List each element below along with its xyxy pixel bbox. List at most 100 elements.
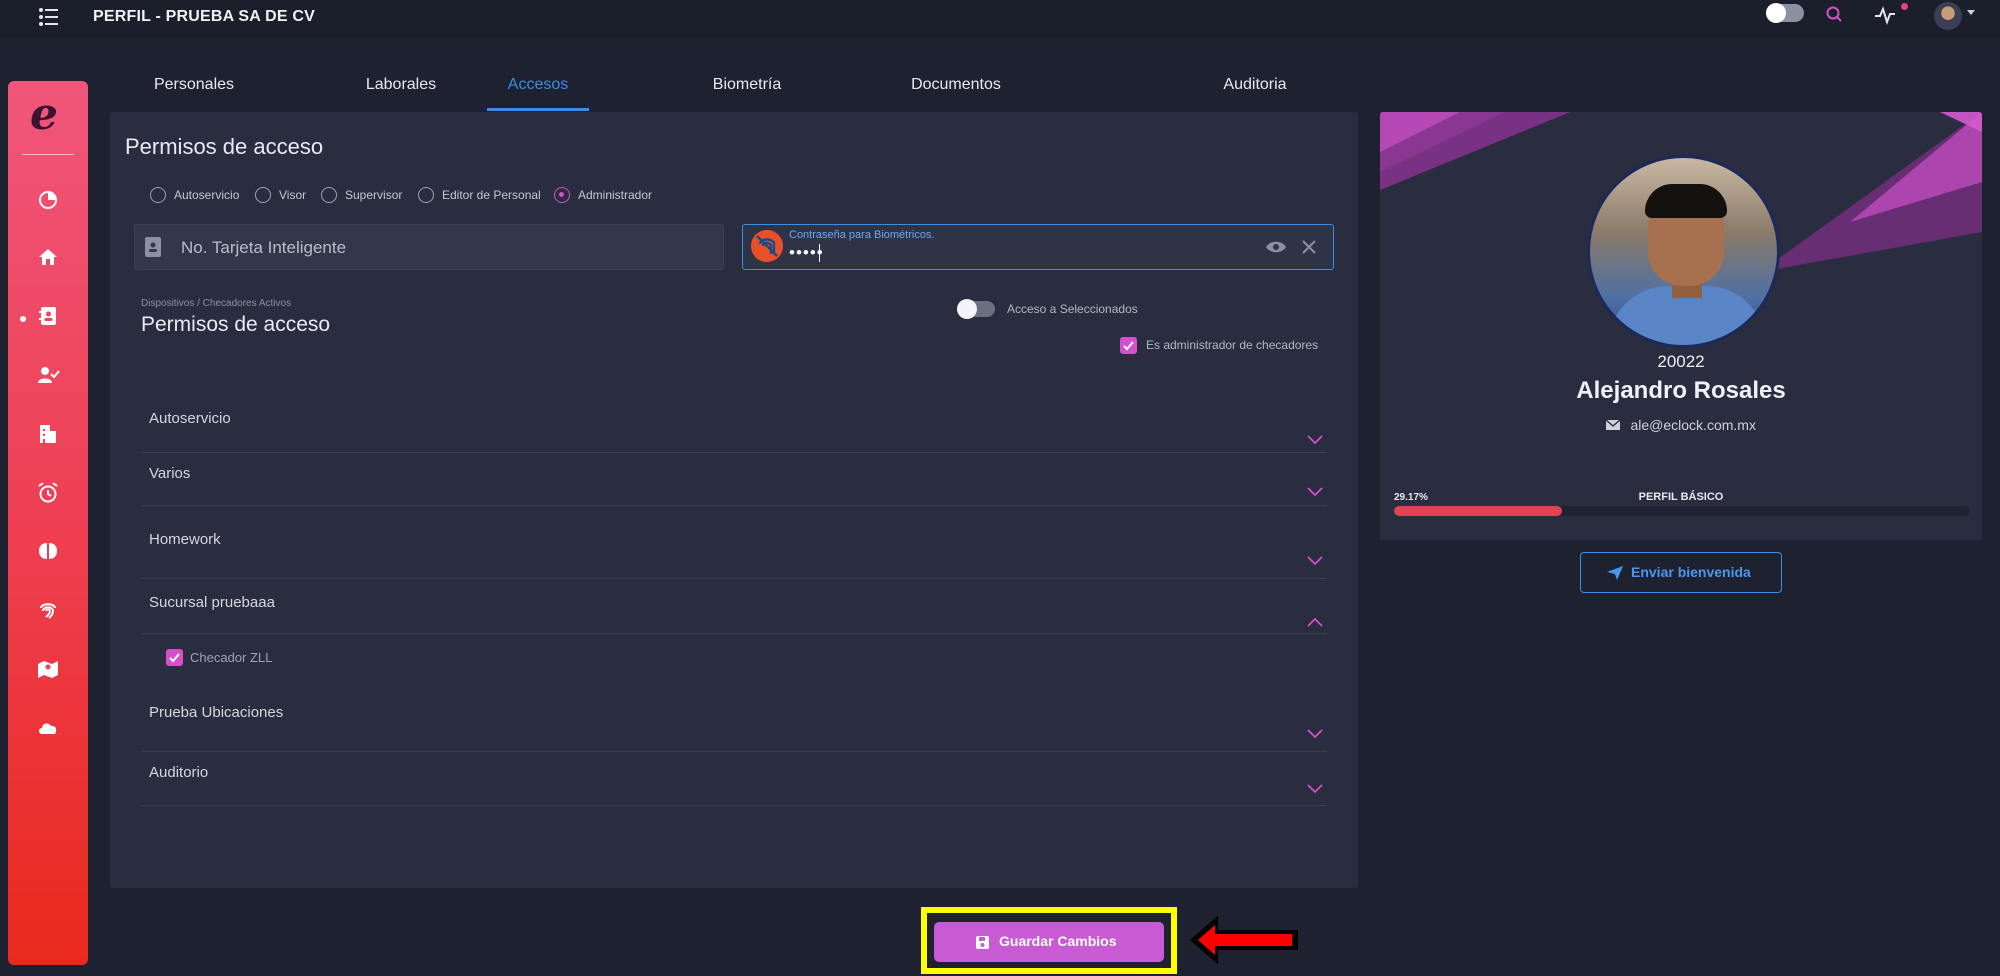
home-icon[interactable]: [36, 245, 60, 269]
eye-icon[interactable]: [1265, 238, 1287, 256]
radio-circle: [150, 187, 166, 203]
role-label: Autoservicio: [174, 188, 240, 202]
admin-checkbox-label: Es administrador de checadores: [1146, 338, 1319, 352]
password-label: Contraseña para Biométricos.: [789, 229, 935, 241]
smart-card-number-input[interactable]: No. Tarjeta Inteligente: [134, 224, 724, 270]
mail-icon: [1606, 419, 1621, 430]
profile-card: 20022 Alejandro Rosales ale@eclock.com.m…: [1380, 112, 1982, 540]
chevron-down-icon: [1307, 784, 1323, 794]
access-permissions-card: Permisos de acceso Autoservicio Visor Su…: [110, 112, 1358, 888]
radio-circle: [321, 187, 337, 203]
breadcrumb: Dispositivos / Checadores Activos: [141, 298, 292, 309]
group-title: Sucursal pruebaaa: [149, 594, 275, 611]
map-icon[interactable]: [36, 657, 60, 681]
brain-icon[interactable]: [36, 539, 60, 563]
sidebar: e: [8, 81, 88, 965]
admin-checkbox[interactable]: [1120, 337, 1137, 354]
group-title: Varios: [149, 465, 191, 482]
device-group-homework[interactable]: Homework: [141, 506, 1327, 579]
photo-hair: [1645, 184, 1727, 218]
profile-progress-label: PERFIL BÁSICO: [1638, 491, 1724, 503]
role-label: Administrador: [578, 188, 653, 202]
section-title: Permisos de acceso: [125, 134, 324, 159]
device-label: Checador ZLL: [190, 650, 273, 665]
group-title: Auditorio: [149, 764, 209, 781]
radio-circle: [418, 187, 434, 203]
brand-logo[interactable]: e: [30, 89, 58, 140]
profile-photo: [1587, 155, 1780, 348]
group-title: Homework: [149, 531, 221, 548]
biometric-password-input[interactable]: Contraseña para Biométricos. •••••: [742, 224, 1334, 270]
top-bar: PERFIL - PRUEBA SA DE CV: [0, 0, 2000, 38]
tab-personales[interactable]: Personales: [143, 76, 245, 112]
arrow-left-icon: [1190, 916, 1298, 964]
cloud-icon[interactable]: [36, 715, 60, 739]
employee-email-row: ale@eclock.com.mx: [1380, 416, 1982, 434]
tab-biometria[interactable]: Biometría: [696, 76, 798, 112]
theme-toggle-knob: [1766, 3, 1786, 23]
check-icon: [1123, 341, 1134, 351]
user-avatar[interactable]: [1934, 2, 1962, 30]
notification-dot: [1901, 3, 1908, 10]
theme-toggle[interactable]: [1766, 3, 1804, 23]
access-selected-toggle[interactable]: [957, 299, 995, 319]
device-group-prueba-ubicaciones[interactable]: Prueba Ubicaciones: [141, 682, 1327, 752]
device-group-auditorio[interactable]: Auditorio: [141, 752, 1327, 806]
device-group-varios[interactable]: Varios: [141, 453, 1327, 506]
tab-accesos[interactable]: Accesos: [487, 76, 589, 112]
employee-email: ale@eclock.com.mx: [1630, 416, 1756, 433]
role-label: Supervisor: [345, 188, 403, 202]
search-icon[interactable]: [1824, 4, 1846, 26]
toggle-knob: [957, 299, 977, 319]
group-title: Autoservicio: [149, 410, 231, 427]
activity-icon[interactable]: [1874, 4, 1896, 26]
save-changes-button[interactable]: Guardar Cambios: [934, 922, 1164, 962]
sidebar-active-indicator: [20, 316, 26, 322]
alarm-clock-icon[interactable]: [36, 481, 60, 505]
employee-id: 20022: [1657, 352, 1705, 371]
fingerprint-blocked-icon: [751, 230, 783, 262]
devices-section-title: Permisos de acceso: [141, 313, 331, 336]
sidebar-divider: [22, 154, 74, 155]
tab-documentos[interactable]: Documentos: [886, 76, 1026, 112]
send-welcome-button[interactable]: Enviar bienvenida: [1580, 552, 1782, 593]
fingerprint-icon[interactable]: [36, 598, 60, 622]
save-changes-label: Guardar Cambios: [999, 933, 1117, 949]
send-welcome-label: Enviar bienvenida: [1631, 564, 1751, 580]
radio-circle-selected: [554, 187, 570, 203]
active-tab-indicator: [487, 108, 589, 111]
menu-list-icon[interactable]: [38, 6, 60, 28]
user-check-icon[interactable]: [36, 363, 60, 387]
send-icon: [1607, 566, 1623, 580]
building-icon[interactable]: [36, 422, 60, 446]
smart-card-placeholder: No. Tarjeta Inteligente: [181, 238, 347, 257]
floppy-disk-icon: [976, 936, 989, 949]
chart-pie-icon[interactable]: [36, 187, 60, 211]
text-caret: [819, 244, 820, 262]
chevron-down-icon[interactable]: [1967, 10, 1975, 15]
chevron-down-icon: [1307, 729, 1323, 739]
contact-card-icon[interactable]: [36, 304, 60, 328]
employee-name: Alejandro Rosales: [1576, 377, 1786, 404]
radio-circle: [255, 187, 271, 203]
chevron-down-icon: [1307, 487, 1323, 497]
check-icon: [169, 653, 180, 663]
close-icon[interactable]: [1299, 237, 1319, 257]
tab-auditoria[interactable]: Auditoria: [1204, 76, 1306, 112]
chevron-up-icon: [1307, 617, 1323, 627]
role-label: Visor: [279, 188, 307, 202]
group-title: Prueba Ubicaciones: [149, 704, 284, 721]
profile-progress-bar: [1394, 506, 1970, 516]
chevron-down-icon: [1307, 435, 1323, 445]
id-card-icon: [145, 237, 161, 257]
device-group-autoservicio[interactable]: Autoservicio: [141, 396, 1327, 453]
device-group-sucursal-pruebaaa[interactable]: Sucursal pruebaaa: [141, 579, 1327, 634]
access-selected-label: Acceso a Seleccionados: [1007, 302, 1138, 316]
app-title: PERFIL - PRUEBA SA DE CV: [93, 8, 316, 25]
role-label: Editor de Personal: [442, 188, 541, 202]
tab-laborales[interactable]: Laborales: [350, 76, 452, 112]
device-checkbox-checador-zll[interactable]: [166, 649, 183, 666]
chevron-down-icon: [1307, 556, 1323, 566]
profile-tabs: Personales Laborales Accesos Biometría D…: [110, 68, 1358, 112]
profile-progress-fill: [1394, 506, 1563, 516]
